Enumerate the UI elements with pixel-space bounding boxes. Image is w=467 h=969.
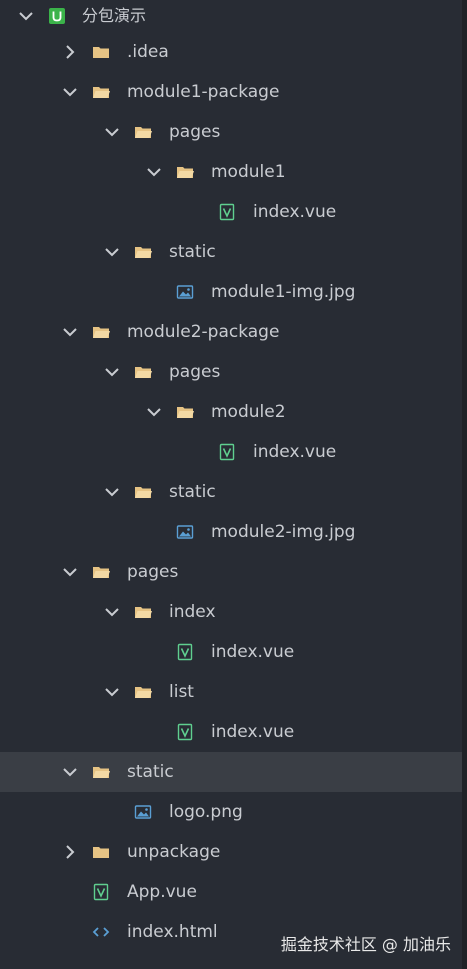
tree-item-label: index.vue <box>211 722 295 742</box>
tree-item-label: index.html <box>127 922 218 942</box>
uniapp-project-icon <box>48 7 66 25</box>
file-logo-png[interactable]: logo.png <box>0 792 462 832</box>
file-module1-index-vue[interactable]: index.vue <box>0 192 462 232</box>
tree-item-label: index.vue <box>253 202 337 222</box>
chevron-down-icon[interactable] <box>146 404 162 420</box>
chevron-right-icon[interactable] <box>62 844 78 860</box>
html-file-icon <box>92 923 110 941</box>
folder-icon <box>176 163 194 181</box>
chevron-down-icon[interactable] <box>104 484 120 500</box>
tree-item-label: .idea <box>127 42 169 62</box>
tree-item-label: index.vue <box>253 442 337 462</box>
tree-item-label: module2 <box>211 402 286 422</box>
chevron-down-icon[interactable] <box>104 684 120 700</box>
folder-module2-static[interactable]: static <box>0 472 462 512</box>
file-module2-img[interactable]: module2-img.jpg <box>0 512 462 552</box>
folder-icon <box>134 603 152 621</box>
image-file-icon <box>134 803 152 821</box>
vue-file-icon <box>176 643 194 661</box>
tree-item-label: pages <box>169 122 221 142</box>
folder-icon <box>134 363 152 381</box>
chevron-down-icon[interactable] <box>146 164 162 180</box>
chevron-down-icon[interactable] <box>62 324 78 340</box>
vue-file-icon <box>92 883 110 901</box>
tree-item-label: module2-package <box>127 322 280 342</box>
tree-item-label: module1 <box>211 162 286 182</box>
tree-item-label: module2-img.jpg <box>211 522 356 542</box>
chevron-down-icon[interactable] <box>104 604 120 620</box>
vue-file-icon <box>176 723 194 741</box>
tree-item-label: 分包演示 <box>82 6 147 25</box>
tree-item-label: index.vue <box>211 642 295 662</box>
chevron-down-icon[interactable] <box>62 764 78 780</box>
file-app-vue[interactable]: App.vue <box>0 872 462 912</box>
folder-module2[interactable]: module2 <box>0 392 462 432</box>
watermark-text: 掘金技术社区 @ 加油乐 <box>280 935 451 954</box>
file-pages-list-index-vue[interactable]: index.vue <box>0 712 462 752</box>
folder-pages[interactable]: pages <box>0 552 462 592</box>
folder-icon <box>92 323 110 341</box>
folder-module2-pages[interactable]: pages <box>0 352 462 392</box>
folder-icon <box>176 403 194 421</box>
tree-item-label: pages <box>169 362 221 382</box>
vue-file-icon <box>218 203 236 221</box>
tree-item-label: unpackage <box>127 842 221 862</box>
folder-module1-pages[interactable]: pages <box>0 112 462 152</box>
folder-module2-package[interactable]: module2-package <box>0 312 462 352</box>
tree-item-label: static <box>127 762 174 782</box>
file-explorer-tree: 分包演示 .idea module1-package pages module1 inde… <box>0 0 462 969</box>
file-module2-index-vue[interactable]: index.vue <box>0 432 462 472</box>
chevron-down-icon[interactable] <box>18 8 34 24</box>
folder-icon <box>134 683 152 701</box>
folder-idea[interactable]: .idea <box>0 32 462 72</box>
folder-pages-index[interactable]: index <box>0 592 462 632</box>
chevron-down-icon[interactable] <box>62 564 78 580</box>
folder-icon <box>92 43 110 61</box>
folder-icon <box>134 243 152 261</box>
image-file-icon <box>176 283 194 301</box>
tree-item-label: logo.png <box>169 802 243 822</box>
scrollbar[interactable] <box>462 0 467 969</box>
tree-item-label: pages <box>127 562 179 582</box>
file-pages-index-vue[interactable]: index.vue <box>0 632 462 672</box>
chevron-down-icon[interactable] <box>104 244 120 260</box>
chevron-down-icon[interactable] <box>104 124 120 140</box>
folder-icon <box>134 483 152 501</box>
tree-item-label: App.vue <box>127 882 197 902</box>
folder-icon <box>92 843 110 861</box>
image-file-icon <box>176 523 194 541</box>
vue-file-icon <box>218 443 236 461</box>
file-module1-img[interactable]: module1-img.jpg <box>0 272 462 312</box>
tree-item-label: static <box>169 242 216 262</box>
folder-module1-static[interactable]: static <box>0 232 462 272</box>
tree-item-label: module1-package <box>127 82 280 102</box>
tree-item-label: index <box>169 602 216 622</box>
folder-static[interactable]: static <box>0 752 462 792</box>
chevron-down-icon[interactable] <box>62 84 78 100</box>
tree-item-label: list <box>169 682 194 702</box>
project-root[interactable]: 分包演示 <box>0 0 462 32</box>
tree-item-label: static <box>169 482 216 502</box>
folder-icon <box>92 83 110 101</box>
chevron-right-icon[interactable] <box>62 44 78 60</box>
folder-icon <box>92 563 110 581</box>
folder-unpackage[interactable]: unpackage <box>0 832 462 872</box>
folder-icon <box>134 123 152 141</box>
folder-module1-package[interactable]: module1-package <box>0 72 462 112</box>
folder-icon <box>92 763 110 781</box>
folder-module1[interactable]: module1 <box>0 152 462 192</box>
chevron-down-icon[interactable] <box>104 364 120 380</box>
folder-pages-list[interactable]: list <box>0 672 462 712</box>
tree-item-label: module1-img.jpg <box>211 282 356 302</box>
